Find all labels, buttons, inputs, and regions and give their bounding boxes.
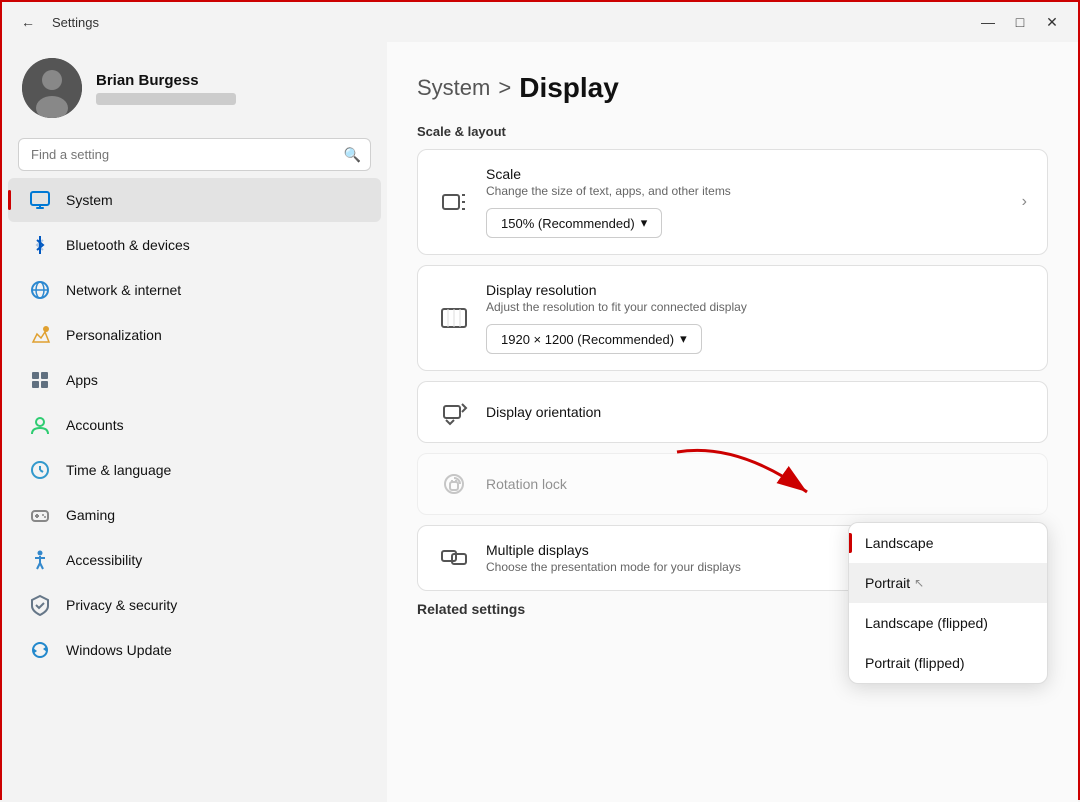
title-bar: ← Settings — □ ✕: [2, 2, 1078, 42]
orientation-row: Display orientation: [418, 382, 1047, 442]
resolution-chevron: ▾: [680, 331, 687, 347]
sidebar-label-personalization: Personalization: [66, 327, 162, 343]
orientation-card: Display orientation: [417, 381, 1048, 443]
sidebar-item-system[interactable]: System: [8, 178, 381, 222]
bluetooth-icon: [28, 233, 52, 257]
sidebar-item-privacy[interactable]: Privacy & security: [8, 583, 381, 627]
user-section: Brian Burgess: [2, 42, 387, 128]
orientation-icon: [438, 398, 470, 426]
breadcrumb-parent: System: [417, 75, 490, 101]
apps-icon: [28, 368, 52, 392]
avatar: [22, 58, 82, 118]
sidebar-item-time[interactable]: Time & language: [8, 448, 381, 492]
resolution-desc: Adjust the resolution to fit your connec…: [486, 300, 1027, 314]
orientation-dropdown: Landscape Portrait ↖ Landscape (flipped)…: [848, 522, 1048, 684]
sidebar-label-apps: Apps: [66, 372, 98, 388]
breadcrumb-current: Display: [519, 72, 619, 104]
sidebar-item-apps[interactable]: Apps: [8, 358, 381, 402]
scale-content: Scale Change the size of text, apps, and…: [486, 166, 1006, 238]
system-icon: [28, 188, 52, 212]
resolution-title: Display resolution: [486, 282, 1027, 298]
update-icon: [28, 638, 52, 662]
orientation-option-landscape[interactable]: Landscape: [849, 523, 1047, 563]
sidebar-label-accessibility: Accessibility: [66, 552, 142, 568]
close-button[interactable]: ✕: [1038, 8, 1066, 36]
user-info: Brian Burgess: [96, 72, 236, 105]
sidebar-item-gaming[interactable]: Gaming: [8, 493, 381, 537]
scale-row: Scale Change the size of text, apps, and…: [418, 150, 1047, 254]
sidebar-item-bluetooth[interactable]: Bluetooth & devices: [8, 223, 381, 267]
title-bar-left: ← Settings: [14, 8, 99, 36]
resolution-dropdown[interactable]: 1920 × 1200 (Recommended) ▾: [486, 324, 702, 354]
sidebar: Brian Burgess 🔍 System Bluetooth & devic…: [2, 42, 387, 802]
minimize-button[interactable]: —: [974, 8, 1002, 36]
main-layout: Brian Burgess 🔍 System Bluetooth & devic…: [2, 42, 1078, 802]
breadcrumb: System > Display: [417, 72, 1048, 104]
time-icon: [28, 458, 52, 482]
rotation-lock-card: Rotation lock: [417, 453, 1048, 515]
app-title: Settings: [52, 15, 99, 30]
orientation-option-portrait[interactable]: Portrait ↖: [849, 563, 1047, 603]
resolution-icon: [438, 304, 470, 332]
personalization-icon: [28, 323, 52, 347]
orientation-option-portrait-flipped[interactable]: Portrait (flipped): [849, 643, 1047, 683]
resolution-value: 1920 × 1200 (Recommended): [501, 332, 674, 347]
avatar-image: [22, 58, 82, 118]
sidebar-label-network: Network & internet: [66, 282, 181, 298]
sidebar-label-update: Windows Update: [66, 642, 172, 658]
nav-list: System Bluetooth & devices Network & int…: [2, 177, 387, 673]
resolution-content: Display resolution Adjust the resolution…: [486, 282, 1027, 354]
cursor-icon: ↖: [914, 576, 924, 590]
scale-desc: Change the size of text, apps, and other…: [486, 184, 1006, 198]
user-email-placeholder: [96, 93, 236, 105]
sidebar-label-gaming: Gaming: [66, 507, 115, 523]
page-header: System > Display: [417, 72, 1048, 104]
scale-chevron: ▾: [641, 215, 648, 231]
sidebar-item-accessibility[interactable]: Accessibility: [8, 538, 381, 582]
sidebar-label-system: System: [66, 192, 113, 208]
orientation-title: Display orientation: [486, 404, 1027, 420]
rotation-lock-title: Rotation lock: [486, 476, 1027, 492]
search-icon: 🔍: [344, 146, 361, 163]
network-icon: [28, 278, 52, 302]
privacy-icon: [28, 593, 52, 617]
rotation-lock-content: Rotation lock: [486, 476, 1027, 492]
resolution-card: Display resolution Adjust the resolution…: [417, 265, 1048, 371]
scale-card: Scale Change the size of text, apps, and…: [417, 149, 1048, 255]
rotation-lock-row: Rotation lock: [418, 454, 1047, 514]
sidebar-item-network[interactable]: Network & internet: [8, 268, 381, 312]
scale-action: ›: [1022, 193, 1027, 211]
user-name: Brian Burgess: [96, 72, 236, 89]
maximize-button[interactable]: □: [1006, 8, 1034, 36]
scale-value: 150% (Recommended): [501, 216, 635, 231]
sidebar-item-update[interactable]: Windows Update: [8, 628, 381, 672]
gaming-icon: [28, 503, 52, 527]
scale-title: Scale: [486, 166, 1006, 182]
rotation-lock-icon: [438, 470, 470, 498]
sidebar-label-accounts: Accounts: [66, 417, 124, 433]
sidebar-item-personalization[interactable]: Personalization: [8, 313, 381, 357]
sidebar-label-time: Time & language: [66, 462, 171, 478]
scale-dropdown[interactable]: 150% (Recommended) ▾: [486, 208, 662, 238]
multiple-displays-icon: [438, 544, 470, 572]
orientation-option-landscape-flipped[interactable]: Landscape (flipped): [849, 603, 1047, 643]
scale-right-chevron: ›: [1022, 193, 1027, 211]
accounts-icon: [28, 413, 52, 437]
breadcrumb-separator: >: [498, 75, 511, 101]
search-input[interactable]: [18, 138, 371, 171]
window-controls: — □ ✕: [974, 8, 1066, 36]
orientation-content: Display orientation: [486, 404, 1027, 420]
sidebar-label-bluetooth: Bluetooth & devices: [66, 237, 190, 253]
content-area: System > Display Scale & layout Scale: [387, 42, 1078, 802]
scale-icon: [438, 188, 470, 216]
sidebar-item-accounts[interactable]: Accounts: [8, 403, 381, 447]
accessibility-icon: [28, 548, 52, 572]
section-label: Scale & layout: [417, 124, 1048, 139]
back-button[interactable]: ←: [14, 8, 42, 36]
resolution-row: Display resolution Adjust the resolution…: [418, 266, 1047, 370]
sidebar-label-privacy: Privacy & security: [66, 597, 177, 613]
search-box: 🔍: [18, 138, 371, 171]
